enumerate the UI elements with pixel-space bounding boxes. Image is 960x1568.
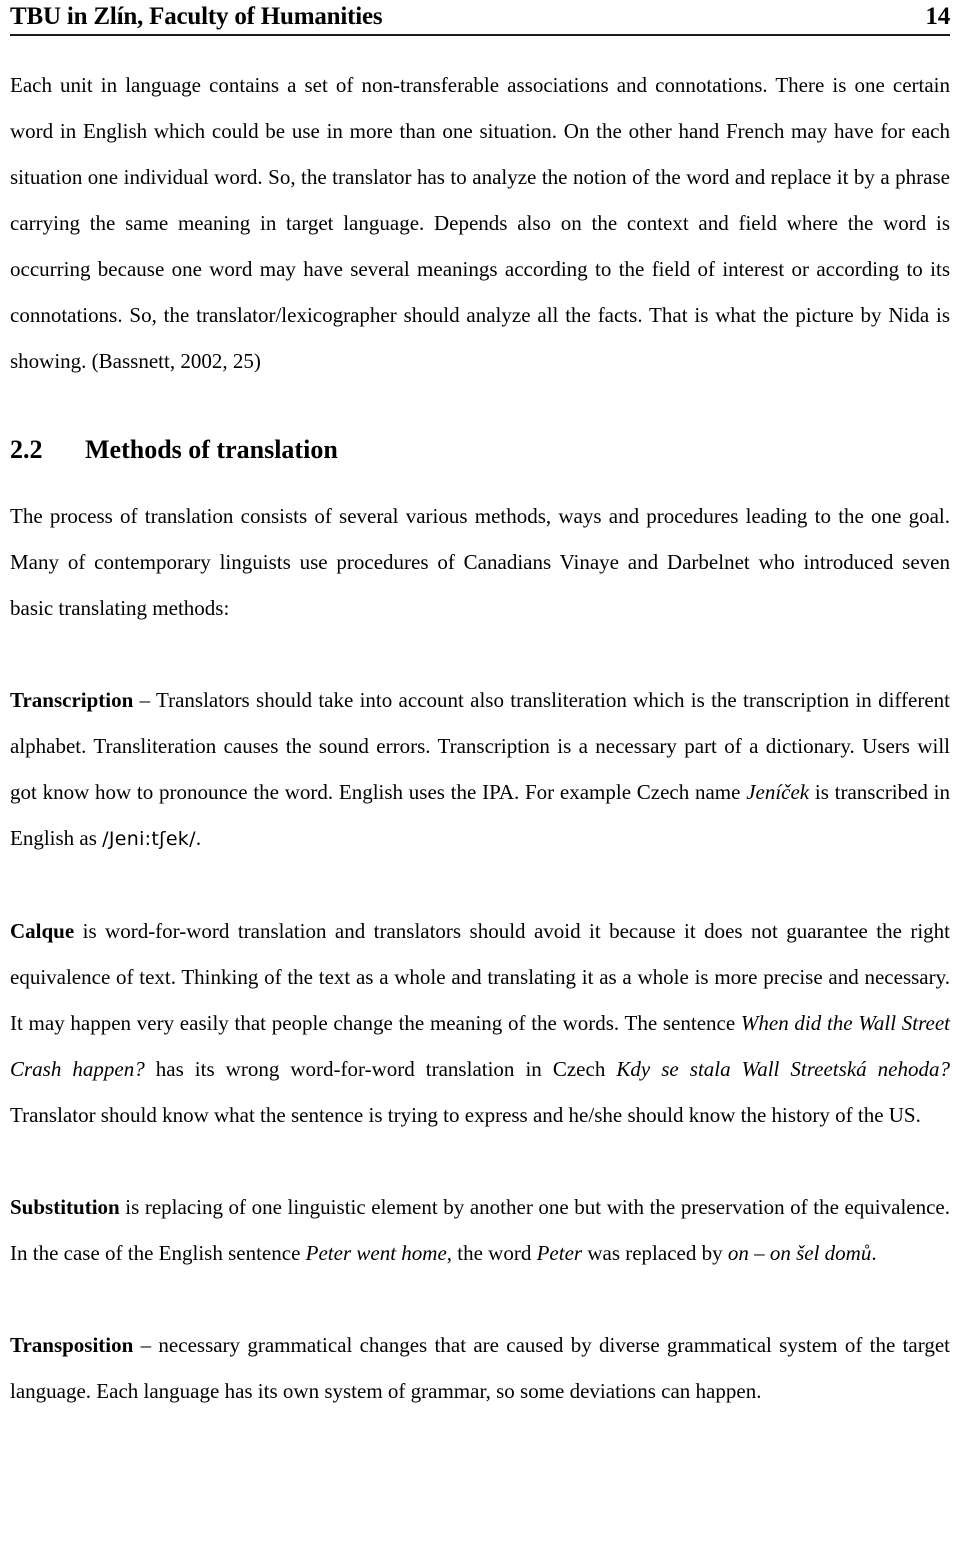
transcription-text-3: .: [195, 826, 202, 850]
calque-text-3: Translator should know what the sentence…: [10, 1103, 921, 1127]
document-page: TBU in Zlín, Faculty of Humanities 14 Ea…: [0, 0, 960, 1568]
paragraph-substitution: Substitution is replacing of one linguis…: [10, 1184, 950, 1276]
paragraph-calque: Calque is word-for-word translation and …: [10, 908, 950, 1138]
example-peter: Peter: [536, 1241, 583, 1265]
example-jenicek: Jeníček: [746, 780, 810, 804]
term-transcription: Transcription: [10, 688, 134, 712]
term-calque: Calque: [10, 919, 75, 943]
section-heading-2-2: 2.2 Methods of translation: [10, 430, 950, 470]
document-body: Each unit in language contains a set of …: [10, 62, 950, 1414]
example-wall-street-cz: Kdy se stala Wall Streetská nehoda?: [616, 1057, 950, 1081]
paragraph-methods-intro: The process of translation consists of s…: [10, 504, 950, 620]
substitution-text-2: , the word: [446, 1241, 537, 1265]
paragraph-intro: Each unit in language contains a set of …: [10, 73, 950, 373]
paragraph-transcription: Transcription – Translators should take …: [10, 677, 950, 862]
header-rule: [10, 34, 950, 36]
section-title: Methods of translation: [85, 435, 338, 464]
section-number: 2.2: [10, 435, 43, 464]
header-title: TBU in Zlín, Faculty of Humanities: [10, 3, 383, 30]
example-peter-went-home: Peter went home: [305, 1241, 447, 1265]
ipa-transcription: /Jeni:tʃek/: [102, 828, 196, 850]
substitution-text-3: was replaced by: [582, 1241, 728, 1265]
transposition-text-1: – necessary grammatical changes that are…: [10, 1333, 950, 1403]
calque-text-2: has its wrong word-for-word translation …: [144, 1057, 617, 1081]
example-on-sel-domu: on – on šel domů: [727, 1241, 872, 1265]
running-header: TBU in Zlín, Faculty of Humanities 14: [10, 0, 950, 32]
paragraph-transposition: Transposition – necessary grammatical ch…: [10, 1322, 950, 1414]
substitution-text-4: .: [871, 1241, 877, 1265]
page-number: 14: [925, 3, 950, 30]
term-substitution: Substitution: [10, 1195, 120, 1219]
term-transposition: Transposition: [10, 1333, 134, 1357]
